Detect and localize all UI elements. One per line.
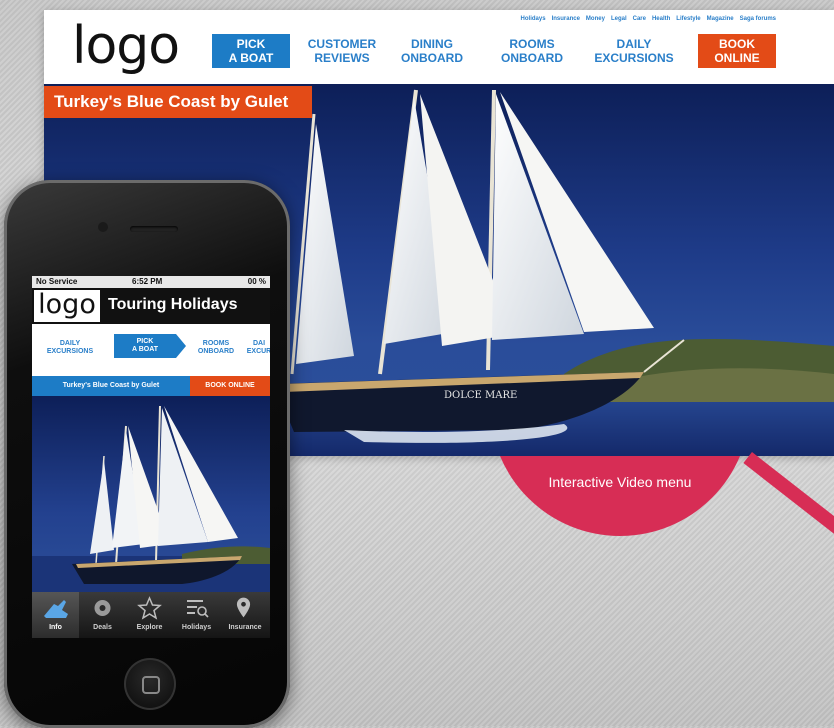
home-square-icon <box>142 676 160 694</box>
map-pin-icon <box>236 597 251 618</box>
gear-icon <box>94 600 111 616</box>
app-nav-daily-excursions-cut[interactable]: DAI EXCUR <box>244 340 270 356</box>
info-icon <box>44 600 68 618</box>
iphone-mockup: No Service 6:52 PM 00 % logo Touring Hol… <box>4 180 290 728</box>
nav-pick-a-boat[interactable]: PICK A BOAT <box>212 34 290 68</box>
hero-title: Turkey's Blue Coast by Gulet <box>44 86 312 118</box>
top-link-magazine[interactable]: Magazine <box>707 16 734 22</box>
tab-holidays-label: Holidays <box>181 624 212 631</box>
app-nav: DAILY EXCURSIONS PICK A BOAT ROOMS ONBOA… <box>32 324 270 374</box>
interactive-video-menu[interactable]: Interactive Video menu <box>490 456 750 536</box>
tab-explore-label: Explore <box>136 624 163 631</box>
status-time: 6:52 PM <box>132 277 163 286</box>
carrier-status: No Service <box>36 277 78 286</box>
top-link-health[interactable]: Health <box>652 16 670 22</box>
app-header: logo Touring Holidays <box>32 288 270 324</box>
video-menu-label: Interactive Video menu <box>548 474 692 490</box>
app-tab-bar: Info Deals Explore Holidays Insurance <box>32 592 270 638</box>
star-icon <box>137 596 162 620</box>
app-banner-title: Turkey's Blue Coast by Gulet <box>62 382 160 389</box>
tab-deals-label: Deals <box>93 624 112 631</box>
home-button[interactable] <box>124 658 176 710</box>
top-link-lifestyle[interactable]: Lifestyle <box>676 16 700 22</box>
app-nav-daily-excursions[interactable]: DAILY EXCURSIONS <box>38 340 102 356</box>
app-boat-photo <box>32 396 270 592</box>
tab-info-label: Info <box>49 624 62 631</box>
top-link-holidays[interactable]: Holidays <box>521 16 546 22</box>
tab-info[interactable]: Info <box>32 592 79 638</box>
front-camera <box>98 222 108 232</box>
app-title: Touring Holidays <box>108 296 238 313</box>
app-banner: Turkey's Blue Coast by Gulet BOOK ONLINE <box>32 376 270 396</box>
top-link-insurance[interactable]: Insurance <box>552 16 580 22</box>
tab-deals[interactable]: Deals <box>79 592 126 638</box>
top-link-care[interactable]: Care <box>633 16 646 22</box>
status-bar: No Service 6:52 PM 00 % <box>32 276 270 288</box>
phone-screen: No Service 6:52 PM 00 % logo Touring Hol… <box>32 276 270 638</box>
top-link-legal[interactable]: Legal <box>611 16 627 22</box>
app-gulet-illustration <box>32 405 270 592</box>
site-logo[interactable]: logo <box>72 14 180 78</box>
app-logo[interactable]: logo <box>34 290 100 322</box>
boat-name-label: DOLCE MARE <box>444 390 518 401</box>
site-header: logo Holidays Insurance Money Legal Care… <box>44 10 834 84</box>
list-search-icon <box>187 600 209 618</box>
top-link-money[interactable]: Money <box>586 16 605 22</box>
nav-book-online-button[interactable]: BOOK ONLINE <box>698 34 776 68</box>
battery-status: 00 % <box>247 277 266 286</box>
top-link-saga-forums[interactable]: Saga forums <box>740 16 776 22</box>
app-nav-rooms-onboard[interactable]: ROOMS ONBOARD <box>192 340 240 356</box>
nav-dining-onboard[interactable]: DINING ONBOARD <box>392 34 472 68</box>
nav-rooms-onboard[interactable]: ROOMS ONBOARD <box>488 34 576 68</box>
nav-daily-excursions[interactable]: DAILY EXCURSIONS <box>586 34 682 68</box>
tab-insurance[interactable]: Insurance <box>220 592 270 638</box>
nav-customer-reviews[interactable]: CUSTOMER REVIEWS <box>300 34 384 68</box>
app-nav-pick-a-boat[interactable]: PICK A BOAT <box>114 334 186 358</box>
tab-insurance-label: Insurance <box>228 624 262 631</box>
video-menu-disc <box>490 456 750 536</box>
earpiece-speaker <box>130 226 178 232</box>
tab-explore[interactable]: Explore <box>126 592 173 638</box>
tab-holidays[interactable]: Holidays <box>173 592 220 638</box>
top-links: Holidays Insurance Money Legal Care Heal… <box>521 16 776 22</box>
app-book-online-button[interactable]: BOOK ONLINE <box>190 376 270 396</box>
video-menu-ribbon <box>743 452 834 537</box>
